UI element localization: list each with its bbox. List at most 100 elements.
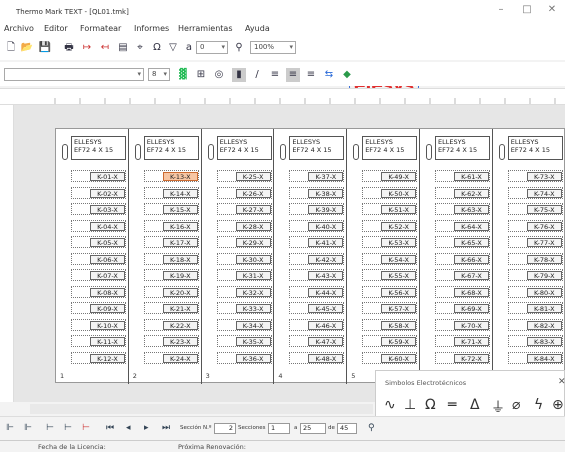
export-icon[interactable]: ↤ xyxy=(98,41,112,55)
marker-tag[interactable]: K-54-X xyxy=(381,254,417,264)
marker-row[interactable]: K-46-X xyxy=(289,318,345,331)
horizontal-scrollbar[interactable] xyxy=(30,404,373,414)
marker-row[interactable]: K-23-X xyxy=(143,335,199,347)
label-strip[interactable]: ELLESYS EF72 4 X 15 K-61-X K-62-X K-63-X K-64… xyxy=(420,129,493,384)
marker-tag[interactable]: K-05-X xyxy=(90,238,125,247)
marker-row[interactable]: K-04-X xyxy=(71,219,126,232)
marker-row[interactable]: K-29-X xyxy=(216,236,272,248)
target-icon[interactable]: ◎ xyxy=(212,68,226,82)
marker-row[interactable]: K-16-X xyxy=(143,219,199,232)
marker-row[interactable]: K-17-X xyxy=(143,236,199,248)
align-center-icon[interactable]: ≡ xyxy=(286,68,300,82)
view-icon-2[interactable]: ⊩ xyxy=(24,423,32,433)
marker-tag[interactable]: K-30-X xyxy=(235,254,271,264)
section-number-input[interactable]: 2 xyxy=(214,423,236,434)
marker-tag[interactable]: K-50-X xyxy=(381,188,417,198)
omega-icon[interactable]: Ω xyxy=(150,41,164,55)
marker-tag[interactable]: K-84-X xyxy=(526,353,562,363)
last-section-button[interactable]: ⏭ xyxy=(162,423,170,433)
plus-circle-symbol[interactable]: ⊕ xyxy=(552,397,564,413)
marker-tag[interactable]: K-80-X xyxy=(526,287,562,297)
lightning-symbol[interactable]: ϟ xyxy=(534,397,543,413)
marker-tag[interactable]: K-44-X xyxy=(308,287,344,297)
grid-icon[interactable]: ⊞ xyxy=(194,68,208,82)
marker-tag[interactable]: K-27-X xyxy=(235,205,271,214)
marker-tag[interactable]: K-07-X xyxy=(90,271,125,280)
marker-tag[interactable]: K-16-X xyxy=(162,221,198,231)
marker-row[interactable]: K-10-X xyxy=(71,318,126,331)
marker-row[interactable]: K-31-X xyxy=(216,269,272,281)
ground-plane-symbol[interactable]: ⊥ xyxy=(404,397,416,413)
menu-ayuda[interactable]: Ayuda xyxy=(245,24,270,33)
marker-tag[interactable]: K-03-X xyxy=(90,205,125,214)
menu-archivo[interactable]: Archivo xyxy=(4,24,34,33)
import-icon[interactable]: ↦ xyxy=(80,41,94,55)
marker-row[interactable]: K-49-X xyxy=(362,170,418,182)
font-size-select[interactable]: 0 ▾ xyxy=(196,41,228,54)
marker-row[interactable]: K-72-X xyxy=(435,351,490,364)
marker-row[interactable]: K-44-X xyxy=(289,285,345,298)
marker-tag[interactable]: K-70-X xyxy=(454,320,489,330)
marker-tag[interactable]: K-31-X xyxy=(235,271,271,280)
marker-tag[interactable]: K-11-X xyxy=(90,337,125,346)
marker-row[interactable]: K-59-X xyxy=(362,335,418,347)
sine-symbol[interactable]: ∿ xyxy=(384,397,396,413)
marker-tag[interactable]: K-38-X xyxy=(308,188,344,198)
marker-row[interactable]: K-47-X xyxy=(289,335,345,347)
menu-herramientas[interactable]: Herramientas xyxy=(178,24,233,33)
marker-tag[interactable]: K-22-X xyxy=(162,320,198,330)
marker-tag[interactable]: K-53-X xyxy=(381,238,417,247)
marker-tag[interactable]: K-82-X xyxy=(526,320,562,330)
marker-row[interactable]: K-30-X xyxy=(216,252,272,265)
marker-tag[interactable]: K-83-X xyxy=(526,337,562,346)
marker-row[interactable]: K-84-X xyxy=(507,351,563,364)
save-icon[interactable]: 💾 xyxy=(38,41,52,55)
marker-tag[interactable]: K-04-X xyxy=(90,221,125,231)
marker-row[interactable]: K-01-X xyxy=(71,170,126,182)
marker-tag[interactable]: K-51-X xyxy=(381,205,417,214)
marker-row[interactable]: K-67-X xyxy=(435,269,490,281)
marker-tag[interactable]: K-02-X xyxy=(90,188,125,198)
marker-tag[interactable]: K-23-X xyxy=(162,337,198,346)
close-button[interactable]: ✕ xyxy=(543,4,561,18)
marker-tag[interactable]: K-42-X xyxy=(308,254,344,264)
marker-row[interactable]: K-45-X xyxy=(289,302,345,314)
marker-tag[interactable]: K-12-X xyxy=(90,353,125,363)
marker-row[interactable]: K-82-X xyxy=(507,318,563,331)
marker-row[interactable]: K-21-X xyxy=(143,302,199,314)
marker-tag[interactable]: K-41-X xyxy=(308,238,344,247)
marker-row[interactable]: K-51-X xyxy=(362,203,418,215)
menu-informes[interactable]: Informes xyxy=(134,24,169,33)
marker-tag[interactable]: K-20-X xyxy=(162,287,198,297)
marker-tag[interactable]: K-40-X xyxy=(308,221,344,231)
marker-tag[interactable]: K-24-X xyxy=(162,353,198,363)
search-icon[interactable]: ⚲ xyxy=(368,423,375,433)
marker-row[interactable]: K-26-X xyxy=(216,186,272,199)
marker-row[interactable]: K-83-X xyxy=(507,335,563,347)
marker-row[interactable]: K-48-X xyxy=(289,351,345,364)
marker-row[interactable]: K-32-X xyxy=(216,285,272,298)
marker-row[interactable]: K-75-X xyxy=(507,203,563,215)
marker-row[interactable]: K-05-X xyxy=(71,236,126,248)
marker-row[interactable]: K-61-X xyxy=(435,170,490,182)
marker-row[interactable]: K-14-X xyxy=(143,186,199,199)
marker-row[interactable]: K-79-X xyxy=(507,269,563,281)
marker-row[interactable]: K-41-X xyxy=(289,236,345,248)
marker-tag[interactable]: K-37-X xyxy=(308,172,344,181)
filter-icon[interactable]: ▽ xyxy=(166,41,180,55)
marker-row[interactable]: K-52-X xyxy=(362,219,418,232)
minimize-button[interactable]: – xyxy=(492,4,510,18)
marker-tag[interactable]: K-52-X xyxy=(381,221,417,231)
marker-tag[interactable]: K-21-X xyxy=(162,304,198,313)
zoom-select[interactable]: 100% ▾ xyxy=(250,41,296,54)
marker-row[interactable]: K-43-X xyxy=(289,269,345,281)
marker-row[interactable]: K-25-X xyxy=(216,170,272,182)
marker-row[interactable]: K-71-X xyxy=(435,335,490,347)
prev-section-button[interactable]: ◂ xyxy=(126,423,131,433)
label-strip[interactable]: ELLESYS EF72 4 X 15 K-01-X K-02-X K-03-X K-04… xyxy=(56,129,129,384)
marker-row[interactable]: K-64-X xyxy=(435,219,490,232)
omega-symbol[interactable]: Ω xyxy=(425,397,436,413)
marker-row[interactable]: K-73-X xyxy=(507,170,563,182)
marker-tag[interactable]: K-67-X xyxy=(454,271,489,280)
marker-row[interactable]: K-56-X xyxy=(362,285,418,298)
